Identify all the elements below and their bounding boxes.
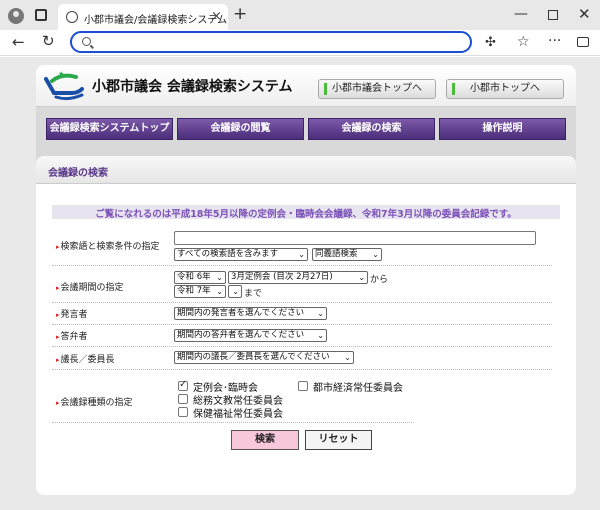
- checkbox-urban-economy-committee[interactable]: [298, 381, 308, 391]
- period-label: ▸会議期間の指定: [56, 283, 124, 293]
- address-bar[interactable]: [70, 31, 472, 53]
- speaker-select[interactable]: 期間内の発言者を選んでください ⌄: [174, 307, 327, 320]
- tab-title: 小郡市議会/会議録検索システム: [84, 15, 228, 26]
- period-to-era-select[interactable]: 令和 7年 ⌄: [174, 285, 226, 298]
- checkbox-regular-session[interactable]: [178, 379, 188, 391]
- divider: [52, 302, 552, 303]
- favorites-icon[interactable]: ☆: [517, 34, 530, 50]
- close-tab-icon[interactable]: ×: [211, 9, 222, 24]
- sidebar-icon[interactable]: [577, 37, 589, 47]
- city-top-link[interactable]: 小郡市トップへ: [446, 79, 564, 99]
- city-logo-icon: ★: [44, 70, 84, 101]
- profile-icon[interactable]: [8, 8, 24, 24]
- site-header: ★ 小郡市議会 会議録検索システム 小郡市議会トップへ 小郡市トップへ: [36, 65, 576, 107]
- period-to-session-select[interactable]: ⌄: [228, 285, 242, 298]
- chair-label: ▸議長／委員長: [56, 355, 115, 365]
- nav-browse[interactable]: 会議録の閲覧: [177, 118, 304, 140]
- council-top-link[interactable]: 小郡市議会トップへ: [318, 79, 436, 99]
- health-welfare-committee-label: 保健福祉常任委員会: [193, 409, 283, 420]
- browser-toolbar: ← ↻ ✣ ☆ ···: [0, 30, 600, 56]
- section-header: 会議録の検索: [36, 156, 576, 184]
- city-top-link-label: 小郡市トップへ: [470, 83, 540, 94]
- divider: [52, 324, 552, 325]
- page-viewport: ★ 小郡市議会 会議録検索システム 小郡市議会トップへ 小郡市トップへ 会議録検…: [0, 57, 600, 510]
- extensions-icon[interactable]: ✣: [485, 35, 496, 50]
- section-title: 会議録の検索: [48, 168, 108, 179]
- urban-economy-committee-label: 都市経済常任委員会: [313, 383, 403, 394]
- types-label: ▸会議録種類の指定: [56, 398, 133, 408]
- site-frame: ★ 小郡市議会 会議録検索システム 小郡市議会トップへ 小郡市トップへ 会議録検…: [36, 65, 576, 495]
- checkbox-general-affairs-committee[interactable]: [178, 394, 188, 404]
- period-to-suffix: まで: [244, 289, 263, 299]
- nav-search[interactable]: 会議録の検索: [308, 118, 435, 140]
- new-tab-icon[interactable]: +: [233, 4, 247, 24]
- period-from-era-select[interactable]: 令和 6年 ⌄: [174, 271, 226, 284]
- divider: [52, 422, 414, 423]
- minimize-icon[interactable]: —: [514, 6, 528, 22]
- search-icon: [82, 37, 91, 46]
- globe-icon: [66, 11, 78, 23]
- reset-button[interactable]: リセット: [305, 430, 372, 450]
- chair-select[interactable]: 期間内の議長／委員長を選んでください ⌄: [174, 351, 354, 364]
- divider: [52, 369, 552, 370]
- browser-tabstrip: 小郡市議会/会議録検索システム × + — ✕: [0, 0, 600, 30]
- keyword-condition-select[interactable]: すべての検索語を含みます ⌄: [174, 248, 308, 261]
- close-window-icon[interactable]: ✕: [578, 5, 591, 23]
- keyword-label: ▸検索語と検索条件の指定: [56, 242, 160, 252]
- keyword-input[interactable]: [174, 231, 536, 245]
- back-icon[interactable]: ←: [12, 33, 25, 51]
- nav-system-top[interactable]: 会議録検索システムトップ: [46, 118, 173, 140]
- answerer-label: ▸答弁者: [56, 332, 88, 342]
- maximize-icon[interactable]: [548, 10, 558, 20]
- nav-help[interactable]: 操作説明: [439, 118, 566, 140]
- divider: [52, 265, 552, 266]
- checkbox-health-welfare-committee[interactable]: [178, 407, 188, 417]
- link-bar-icon: [324, 83, 327, 95]
- svg-text:★: ★: [58, 70, 64, 78]
- notice-text: ご覧になれるのは平成18年5月以降の定例会・臨時会会議録、令和7年3月以降の委員…: [95, 209, 517, 220]
- speaker-label: ▸発言者: [56, 310, 88, 320]
- site-title: 小郡市議会 会議録検索システム: [92, 79, 293, 95]
- more-icon[interactable]: ···: [548, 33, 561, 49]
- reload-icon[interactable]: ↻: [42, 32, 55, 50]
- tab-actions-icon[interactable]: [35, 9, 47, 21]
- council-top-link-label: 小郡市議会トップへ: [332, 83, 422, 94]
- search-panel: 会議録の検索 ご覧になれるのは平成18年5月以降の定例会・臨時会会議録、令和7年…: [36, 156, 576, 495]
- notice-band: ご覧になれるのは平成18年5月以降の定例会・臨時会会議録、令和7年3月以降の委員…: [52, 205, 560, 220]
- browser-tab[interactable]: 小郡市議会/会議録検索システム ×: [58, 4, 228, 30]
- search-button[interactable]: 検索: [231, 430, 299, 450]
- divider: [52, 346, 552, 347]
- link-bar-icon: [452, 83, 455, 95]
- period-from-suffix: から: [370, 275, 389, 285]
- main-nav: 会議録検索システムトップ 会議録の閲覧 会議録の検索 操作説明: [46, 118, 566, 140]
- period-from-session-select[interactable]: 3月定例会 (目次 2月27日) ⌄: [228, 271, 368, 284]
- answerer-select[interactable]: 期間内の答弁者を選んでください ⌄: [174, 329, 327, 342]
- synonym-select[interactable]: 同義語検索 ⌄: [312, 248, 382, 261]
